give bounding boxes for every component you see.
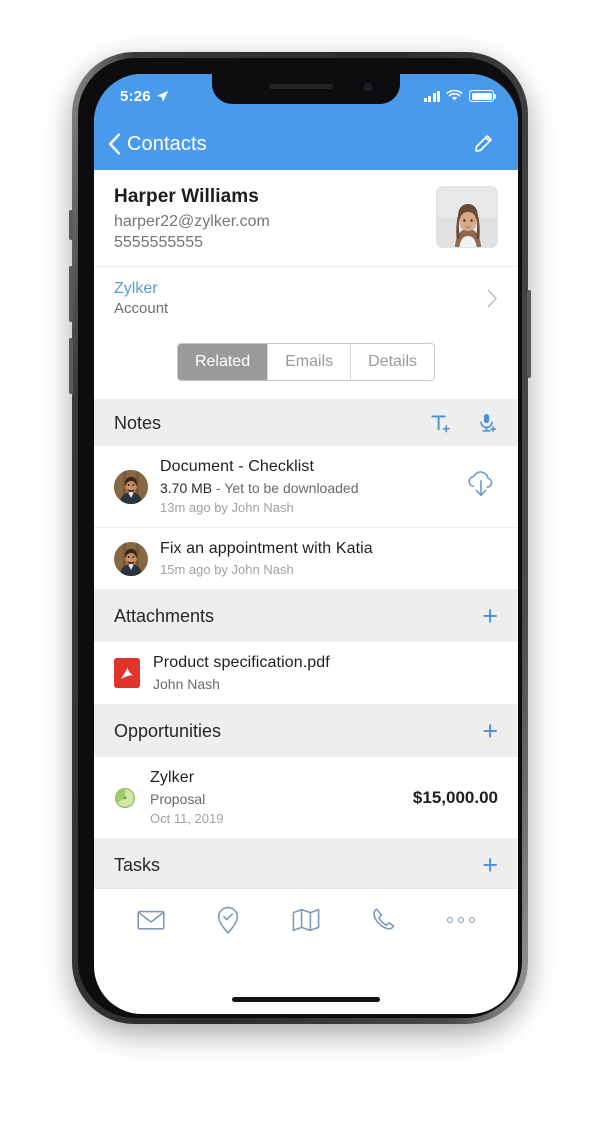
contact-header: Harper Williams harper22@zylker.com 5555… xyxy=(94,170,518,252)
opportunity-stage: Proposal xyxy=(150,791,206,807)
wifi-icon xyxy=(446,90,463,101)
contact-photo xyxy=(437,187,497,247)
contact-phone[interactable]: 5555555555 xyxy=(114,234,426,252)
more-dots-icon xyxy=(447,916,476,923)
stage-pie-glyph xyxy=(115,787,135,808)
tab-map[interactable] xyxy=(279,900,333,940)
pdf-glyph-icon xyxy=(114,658,140,688)
front-camera-icon xyxy=(364,83,372,91)
phone-bezel: 5:26 Contacts Harper Williams harper22@z… xyxy=(78,58,522,1018)
attachment-content: Product specification.pdf John Nash xyxy=(153,654,498,692)
volume-down-button[interactable] xyxy=(69,338,73,394)
map-icon xyxy=(292,908,320,931)
contact-name: Harper Williams xyxy=(114,186,259,207)
note-download-status: - Yet to be downloaded xyxy=(212,480,359,496)
tab-call[interactable] xyxy=(357,900,411,940)
note-title: Fix an appointment with Katia xyxy=(160,540,373,557)
phone-screen: 5:26 Contacts Harper Williams harper22@z… xyxy=(94,74,518,1014)
note-row[interactable]: Document - Checklist 3.70 MB - Yet to be… xyxy=(94,446,518,527)
account-info: Zylker Account xyxy=(114,280,487,317)
note-title: Document - Checklist xyxy=(160,458,315,475)
back-label: Contacts xyxy=(127,132,207,155)
opportunity-close-date: Oct 11, 2019 xyxy=(150,811,224,826)
account-module-label: Account xyxy=(114,300,169,317)
add-attachment-button[interactable]: + xyxy=(482,603,498,630)
device-notch xyxy=(212,74,400,104)
john-nash-avatar xyxy=(114,541,148,576)
note-file-size: 3.70 MB xyxy=(160,480,213,496)
note-file-info: 3.70 MB - Yet to be downloaded xyxy=(160,480,454,496)
opportunities-title: Opportunities xyxy=(114,721,222,741)
note-meta: 15m ago by John Nash xyxy=(160,562,294,577)
tab-details[interactable]: Details xyxy=(350,344,435,380)
location-check-pin-icon xyxy=(218,906,239,934)
home-indicator xyxy=(232,997,380,1002)
status-bar-left: 5:26 xyxy=(120,88,169,105)
note-author-avatar xyxy=(114,469,148,504)
opportunity-row[interactable]: Zylker Proposal Oct 11, 2019 $15,000.00 xyxy=(94,757,518,838)
tab-email[interactable] xyxy=(124,900,178,940)
chevron-right-icon xyxy=(487,289,497,308)
back-to-contacts-button[interactable]: Contacts xyxy=(108,133,207,156)
tab-more[interactable] xyxy=(434,900,488,940)
bottom-tab-bar xyxy=(94,888,518,950)
status-time: 5:26 xyxy=(120,87,151,105)
status-bar-right xyxy=(423,90,497,102)
cellular-signal-icon xyxy=(423,90,440,102)
attachment-owner: John Nash xyxy=(153,676,220,692)
opportunity-amount: $15,000.00 xyxy=(412,787,498,807)
pdf-file-icon xyxy=(114,658,140,688)
attachment-name: Product specification.pdf xyxy=(153,654,330,671)
note-download-action[interactable] xyxy=(464,469,498,504)
add-voice-note-icon[interactable] xyxy=(477,413,498,434)
note-content: Fix an appointment with Katia 15m ago by… xyxy=(160,540,498,577)
note-content: Document - Checklist 3.70 MB - Yet to be… xyxy=(160,458,454,515)
contact-email[interactable]: harper22@zylker.com xyxy=(114,213,426,231)
attachments-section-header: Attachments + xyxy=(94,589,518,642)
contact-header-card: Harper Williams harper22@zylker.com 5555… xyxy=(94,170,518,399)
chevron-left-icon xyxy=(109,133,121,155)
battery-full-icon xyxy=(469,90,497,102)
pencil-edit-icon[interactable] xyxy=(472,132,496,156)
tasks-title: Tasks xyxy=(114,855,161,875)
contact-detail-scroll-area[interactable]: Harper Williams harper22@zylker.com 5555… xyxy=(94,170,518,950)
attachments-title: Attachments xyxy=(114,606,215,626)
earpiece-speaker xyxy=(268,84,333,89)
segmented-control[interactable]: Related Emails Details xyxy=(176,343,436,381)
attachment-row[interactable]: Product specification.pdf John Nash xyxy=(94,642,518,704)
add-text-note-icon[interactable] xyxy=(430,413,451,434)
related-account-row[interactable]: Zylker Account xyxy=(94,266,518,331)
add-opportunity-button[interactable]: + xyxy=(482,718,498,745)
note-row[interactable]: Fix an appointment with Katia 15m ago by… xyxy=(94,527,518,589)
contact-avatar[interactable] xyxy=(436,186,498,248)
silent-switch[interactable] xyxy=(69,210,73,240)
related-tabs-wrap: Related Emails Details xyxy=(94,331,518,399)
location-arrow-icon xyxy=(156,90,169,102)
volume-up-button[interactable] xyxy=(69,266,73,322)
envelope-icon xyxy=(137,910,165,930)
opportunity-name: Zylker xyxy=(150,769,195,786)
opportunities-section-header: Opportunities + xyxy=(94,704,518,757)
tasks-section-header: Tasks + xyxy=(94,838,518,891)
phone-device-frame: 5:26 Contacts Harper Williams harper22@z… xyxy=(69,52,531,1024)
notes-title: Notes xyxy=(114,413,162,433)
note-author-avatar xyxy=(114,541,148,576)
opportunity-content: Zylker Proposal Oct 11, 2019 xyxy=(150,769,403,826)
phone-handset-icon xyxy=(372,907,394,930)
contact-primary-info: Harper Williams harper22@zylker.com 5555… xyxy=(114,186,426,252)
power-button[interactable] xyxy=(527,290,531,378)
john-nash-avatar xyxy=(114,469,148,504)
tab-related[interactable]: Related xyxy=(177,344,268,380)
tab-checkin[interactable] xyxy=(201,900,255,940)
navigation-bar: Contacts xyxy=(94,118,518,170)
add-task-button[interactable]: + xyxy=(482,852,498,879)
cloud-download-icon[interactable] xyxy=(464,469,498,499)
notes-section-header: Notes xyxy=(94,399,518,446)
tab-emails[interactable]: Emails xyxy=(267,344,351,380)
account-name: Zylker xyxy=(114,280,158,297)
notes-actions xyxy=(430,413,498,434)
opportunity-stage-pie-icon xyxy=(114,787,136,809)
note-meta: 13m ago by John Nash xyxy=(160,500,294,515)
